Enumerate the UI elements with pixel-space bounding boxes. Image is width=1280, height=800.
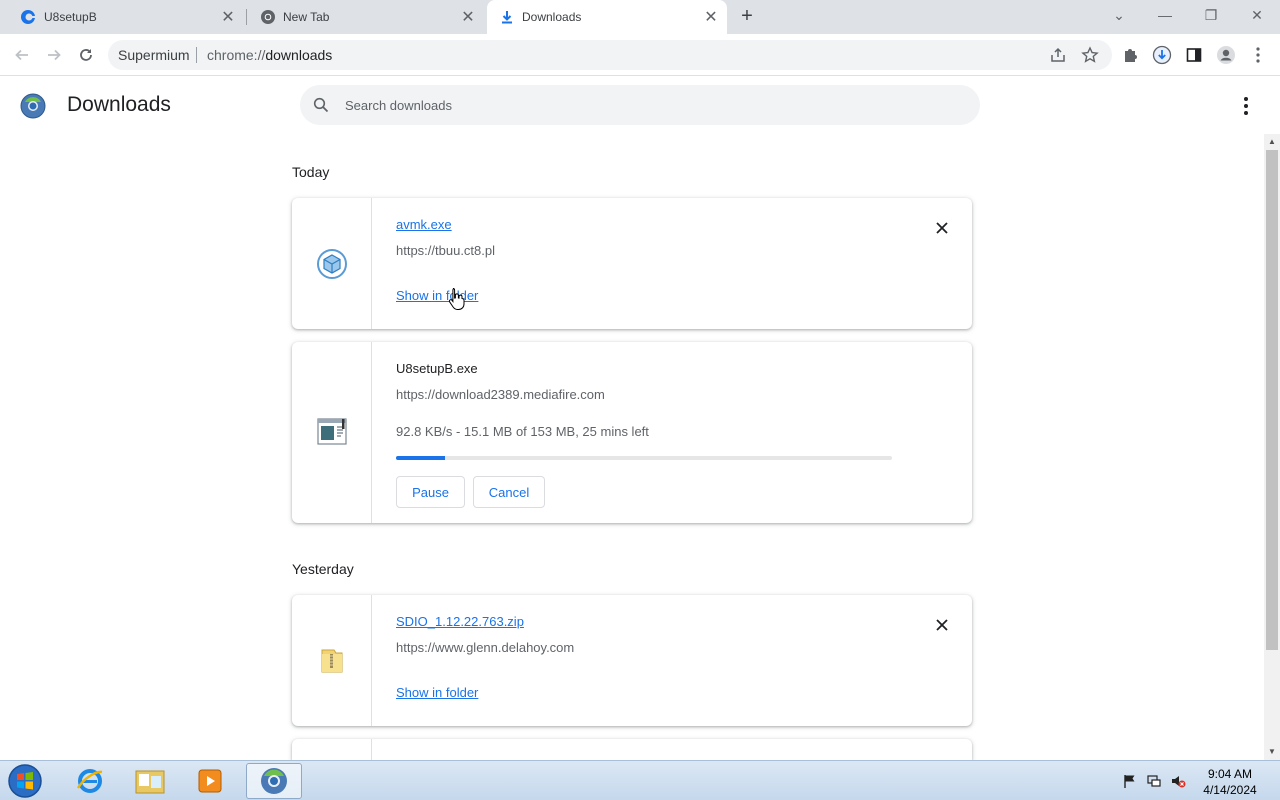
chromium-icon [261,10,275,24]
browser-menu-icon[interactable] [1246,43,1270,67]
bookmark-star-icon[interactable] [1078,43,1102,67]
close-tab-icon[interactable]: ✕ [458,7,478,27]
page-scrollbar[interactable]: ▲ ▼ [1264,134,1280,760]
progress-bar-fill [396,456,446,460]
taskbar-supermium[interactable] [246,763,302,799]
progress-bar [396,456,892,460]
tab-title: Downloads [522,10,582,24]
search-box[interactable] [300,85,980,125]
download-status-text: 92.8 KB/s - 15.1 MB of 153 MB, 25 mins l… [396,424,649,439]
reload-icon [80,49,92,61]
tab-separator [246,9,247,25]
side-panel-icon[interactable] [1182,43,1206,67]
profile-avatar-icon[interactable] [1214,43,1238,67]
pause-button[interactable]: Pause [396,476,465,508]
clock-time: 9:04 AM [1207,767,1253,781]
file-icon-column [292,595,372,726]
cancel-button[interactable]: Cancel [473,476,545,508]
network-icon[interactable] [1146,773,1162,789]
remove-from-list-icon[interactable] [932,615,952,635]
share-icon[interactable] [1046,43,1070,67]
installer-window-icon [317,418,347,445]
file-name-link[interactable]: SDIO_1.12.22.763.zip [396,614,524,629]
package-icon [317,249,347,279]
download-item: avmk.exe https://tbuu.ct8.pl Show in fol… [292,198,972,329]
download-item-in-progress: U8setupB.exe https://download2389.mediaf… [292,342,972,523]
close-window-button[interactable]: ✕ [1234,0,1280,30]
search-icon [313,97,329,113]
action-center-flag-icon[interactable] [1122,773,1138,789]
source-url: https://tbuu.ct8.pl [396,243,496,258]
tab-u8setupb[interactable]: U8setupB ✕ [8,0,244,34]
download-item: SDIO_1.12.22.763.zip https://www.glenn.d… [292,595,972,726]
show-in-folder-link[interactable]: Show in folder [396,288,478,303]
source-url: https://download2389.mediafire.com [396,387,605,402]
extensions-icon[interactable] [1118,43,1142,67]
supermium-logo-icon [20,93,46,119]
file-icon-column [292,739,372,760]
scroll-thumb[interactable] [1266,150,1278,650]
tab-title: U8setupB [44,10,97,24]
site-chip: Supermium [118,47,190,63]
search-input[interactable] [345,95,945,115]
zip-folder-icon [321,649,343,673]
arrow-right-icon [48,49,61,61]
hand-cursor-icon [448,288,465,310]
back-button[interactable] [10,43,34,67]
close-tab-icon[interactable]: ✕ [218,7,238,27]
omnibox[interactable]: Supermium chrome://downloads [108,40,1112,70]
reload-button[interactable] [74,43,98,67]
file-name: U8setupB.exe [396,361,478,376]
windows-taskbar: 9:04 AM 4/14/2024 [0,760,1280,800]
clock-date: 4/14/2024 [1203,783,1257,797]
download-item-partial [292,739,972,760]
source-url: https://www.glenn.delahoy.com [396,640,575,655]
edge-like-icon [21,10,36,24]
remove-from-list-icon[interactable] [932,218,952,238]
tab-new-tab[interactable]: New Tab ✕ [248,0,484,34]
taskbar-ie[interactable] [62,763,118,799]
url-host: downloads [265,47,333,63]
date-header-yesterday: Yesterday [292,561,354,577]
page-title: Downloads [67,93,171,116]
file-name-link[interactable]: avmk.exe [396,217,452,232]
url-scheme: chrome:// [207,47,266,63]
internet-explorer-icon [76,769,103,793]
downloads-toolbar-icon[interactable] [1150,43,1174,67]
file-explorer-icon [135,770,165,794]
minimize-button[interactable]: — [1142,0,1188,30]
browser-toolbar: Supermium chrome://downloads [0,34,1280,76]
close-tab-icon[interactable]: ✕ [701,7,721,27]
tab-search-icon[interactable]: ⌄ [1096,0,1142,30]
system-clock[interactable]: 9:04 AM 4/14/2024 [1196,766,1264,798]
scroll-up-arrow-icon[interactable]: ▲ [1264,134,1280,150]
taskbar-media-player[interactable] [182,763,238,799]
file-icon-column [292,198,372,329]
start-button-icon[interactable] [6,763,44,799]
tab-strip: U8setupB ✕ New Tab ✕ Downloads ✕ + ⌄ — ❐… [0,0,1280,34]
date-header-today: Today [292,164,330,180]
supermium-taskbar-icon [261,768,287,794]
media-player-icon [198,769,222,793]
tab-title: New Tab [283,10,330,24]
more-actions-icon[interactable] [1234,94,1258,118]
tab-downloads[interactable]: Downloads ✕ [487,0,727,34]
download-icon [502,11,512,24]
volume-muted-icon[interactable] [1170,773,1186,789]
arrow-left-icon [15,49,28,61]
forward-button[interactable] [42,43,66,67]
scroll-down-arrow-icon[interactable]: ▼ [1264,744,1280,760]
omnibox-divider [196,47,197,63]
show-in-folder-link[interactable]: Show in folder [396,685,478,700]
url-text: chrome://downloads [207,47,332,63]
new-tab-button[interactable]: + [735,5,759,29]
taskbar-explorer[interactable] [122,763,178,799]
restore-button[interactable]: ❐ [1188,0,1234,30]
file-icon-column [292,342,372,523]
